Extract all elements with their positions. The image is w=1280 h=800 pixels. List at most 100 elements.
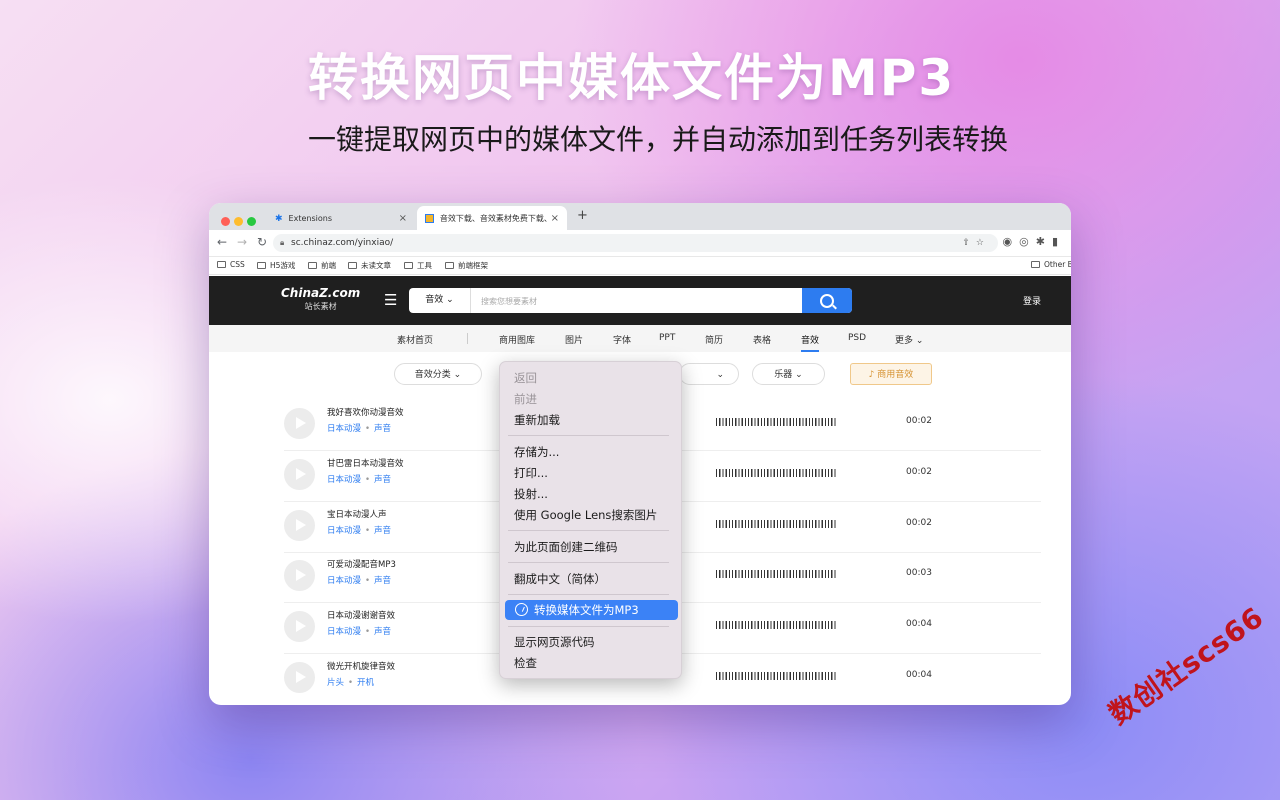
tag-link[interactable]: 声音	[374, 475, 391, 485]
nav-item[interactable]: 简历	[705, 333, 723, 346]
search-button[interactable]	[802, 288, 852, 313]
folder-icon	[404, 262, 413, 269]
site-logo[interactable]: ChinaZ.com 站长素材	[281, 286, 360, 312]
tag-link[interactable]: 日本动漫	[327, 526, 361, 536]
folder-icon	[308, 262, 317, 269]
sound-title[interactable]: 甘巴雷日本动漫音效	[327, 457, 404, 469]
play-button[interactable]	[284, 560, 315, 591]
sound-title[interactable]: 我好喜欢你动漫音效	[327, 406, 404, 418]
extension-icons[interactable]: ◉◎✱▮	[1003, 235, 1065, 248]
menu-item-convert-mp3[interactable]: 转换媒体文件为MP3	[505, 600, 678, 620]
tag-link[interactable]: 片头	[327, 678, 344, 688]
nav-item-active[interactable]: 音效	[801, 333, 819, 346]
bookmark-item[interactable]: 前端	[308, 260, 336, 271]
waveform[interactable]	[716, 668, 836, 684]
bookmark-item[interactable]: 未读文章	[348, 260, 391, 271]
sound-title[interactable]: 日本动漫谢谢音效	[327, 609, 395, 621]
play-button[interactable]	[284, 459, 315, 490]
menu-item-view-source[interactable]: 显示网页源代码	[514, 634, 595, 650]
filter-category-dropdown[interactable]: 音效分类 ⌄	[394, 363, 482, 385]
nav-item[interactable]: 图片	[565, 333, 583, 346]
zoom-window-button[interactable]	[247, 217, 256, 226]
reload-icon[interactable]: ↻	[257, 235, 267, 249]
menu-item-reload[interactable]: 重新加载	[514, 412, 560, 428]
forward-icon[interactable]: →	[237, 235, 247, 249]
waveform[interactable]	[716, 516, 836, 532]
bookmark-item[interactable]: 工具	[404, 260, 432, 271]
close-window-button[interactable]	[221, 217, 230, 226]
tag-link[interactable]: 日本动漫	[327, 576, 361, 586]
waveform[interactable]	[716, 414, 836, 430]
share-star-icons[interactable]: ⇧☆	[962, 234, 990, 252]
login-link[interactable]: 登录	[1023, 294, 1041, 307]
close-tab-icon[interactable]: ×	[551, 213, 559, 224]
play-button[interactable]	[284, 408, 315, 439]
commercial-sound-button[interactable]: ♪ 商用音效	[850, 363, 932, 385]
bookmark-item[interactable]: CSS	[217, 260, 245, 269]
folder-icon	[217, 261, 226, 268]
waveform[interactable]	[716, 566, 836, 582]
tab-title: 音效下载、音效素材免费下载、	[440, 213, 551, 224]
waveform[interactable]	[716, 465, 836, 481]
tag-link[interactable]: 日本动漫	[327, 424, 361, 434]
duration: 00:04	[906, 670, 932, 680]
tag-link[interactable]: 开机	[357, 678, 374, 688]
new-tab-icon[interactable]: +	[577, 208, 588, 223]
sound-title[interactable]: 微光开机旋律音效	[327, 660, 395, 672]
nav-item[interactable]: PSD	[848, 333, 866, 343]
search-input[interactable]	[479, 292, 783, 310]
bookmark-other[interactable]: Other B	[1031, 260, 1071, 269]
minimize-window-button[interactable]	[234, 217, 243, 226]
waveform[interactable]	[716, 617, 836, 633]
hamburger-menu-icon[interactable]: ☰	[384, 291, 397, 309]
folder-icon	[257, 262, 266, 269]
tab-bar: ✱ Extensions × 音效下载、音效素材免费下载、 × +	[209, 203, 1071, 230]
nav-item[interactable]: 素材首页	[397, 333, 433, 346]
menu-item-print[interactable]: 打印...	[514, 465, 548, 481]
close-tab-icon[interactable]: ×	[399, 213, 407, 224]
address-bar[interactable]: 🔒︎ sc.chinaz.com/yinxiao/ ⇧☆	[273, 234, 998, 252]
play-button[interactable]	[284, 662, 315, 693]
menu-item-inspect[interactable]: 检查	[514, 655, 537, 671]
filter-instrument-dropdown[interactable]: 乐器 ⌄	[752, 363, 825, 385]
tag-link[interactable]: 声音	[374, 627, 391, 637]
menu-item-qr-code[interactable]: 为此页面创建二维码	[514, 539, 618, 555]
play-button[interactable]	[284, 611, 315, 642]
duration: 00:02	[906, 416, 932, 426]
watermark: 数创社scs66	[1100, 596, 1271, 733]
menu-item-translate[interactable]: 翻成中文（简体）	[514, 571, 606, 587]
category-nav: 素材首页 商用图库 图片 字体 PPT 简历 表格 音效 PSD 更多 ⌄	[209, 325, 1071, 352]
search-category-select[interactable]: 音效 ⌄	[409, 288, 471, 313]
menu-item-cast[interactable]: 投射...	[514, 486, 548, 502]
sound-title[interactable]: 宝日本动漫人声	[327, 508, 387, 520]
tag-link[interactable]: 日本动漫	[327, 627, 361, 637]
bookmarks-bar: CSS H5游戏 前端 未读文章 工具 前端框架 Other B	[209, 257, 1071, 275]
menu-item-save-as[interactable]: 存储为...	[514, 444, 559, 460]
tag-link[interactable]: 声音	[374, 576, 391, 586]
tag-link[interactable]: 声音	[374, 526, 391, 536]
nav-item[interactable]: 字体	[613, 333, 631, 346]
browser-window: ✱ Extensions × 音效下载、音效素材免费下载、 × + ← → ↻ …	[209, 203, 1071, 705]
nav-item[interactable]: PPT	[659, 333, 675, 343]
folder-icon	[1031, 261, 1040, 268]
search-box: 音效 ⌄	[409, 288, 852, 313]
nav-item-more[interactable]: 更多 ⌄	[895, 333, 923, 346]
menu-item-forward[interactable]: 前进	[514, 391, 537, 407]
tab-active[interactable]: 音效下载、音效素材免费下载、 ×	[417, 206, 567, 230]
bookmark-item[interactable]: 前端框架	[445, 260, 488, 271]
tab-extensions[interactable]: ✱ Extensions ×	[267, 206, 415, 230]
filter-dropdown[interactable]: ⌄	[679, 363, 739, 385]
window-controls	[221, 211, 260, 230]
menu-item-google-lens[interactable]: 使用 Google Lens搜索图片	[514, 507, 657, 523]
play-button[interactable]	[284, 510, 315, 541]
back-icon[interactable]: ←	[217, 235, 227, 249]
menu-item-back[interactable]: 返回	[514, 370, 537, 386]
nav-item[interactable]: 商用图库	[499, 333, 535, 346]
folder-icon	[445, 262, 454, 269]
bookmark-item[interactable]: H5游戏	[257, 260, 295, 271]
tag-link[interactable]: 日本动漫	[327, 475, 361, 485]
tag-link[interactable]: 声音	[374, 424, 391, 434]
sound-title[interactable]: 可爱动漫配音MP3	[327, 558, 396, 570]
toolbar: ← → ↻ 🔒︎ sc.chinaz.com/yinxiao/ ⇧☆ ◉◎✱▮	[209, 230, 1071, 257]
nav-item[interactable]: 表格	[753, 333, 771, 346]
